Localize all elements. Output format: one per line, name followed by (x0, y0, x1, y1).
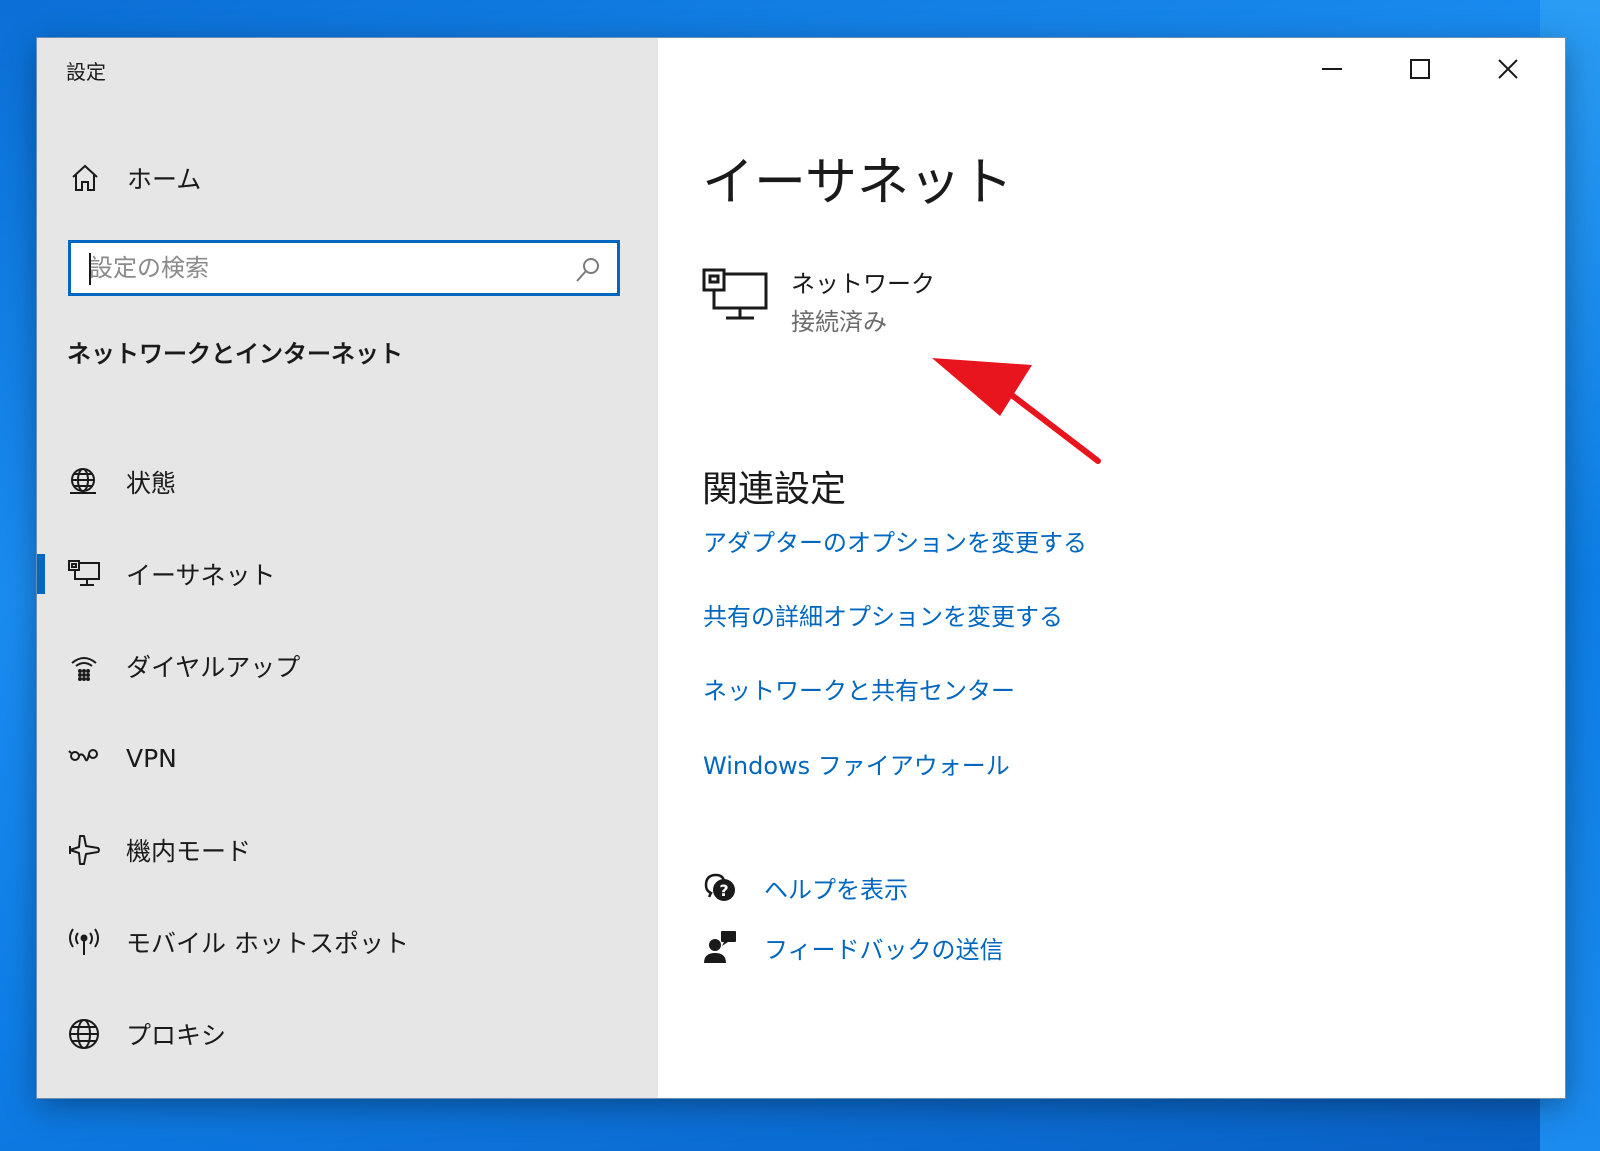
home-label: ホーム (127, 165, 202, 194)
maximize-button[interactable] (1376, 38, 1464, 100)
sidebar-item-label: ダイヤルアップ (126, 653, 301, 682)
feedback-icon (702, 929, 738, 965)
sidebar-item-status[interactable]: 状態 (37, 436, 658, 528)
globe-icon (66, 1016, 102, 1052)
globe-status-icon (66, 464, 102, 500)
home-nav-item[interactable]: ホーム (67, 158, 201, 198)
close-button[interactable] (1464, 38, 1552, 100)
sidebar-item-label: VPN (126, 743, 177, 773)
minimize-icon (1322, 68, 1342, 70)
svg-text:?: ? (719, 881, 728, 900)
change-adapter-options-link[interactable]: アダプターのオプションを変更する (703, 523, 1087, 558)
sidebar-item-dialup[interactable]: ダイヤルアップ (37, 620, 658, 712)
sidebar-item-label: モバイル ホットスポット (126, 929, 409, 958)
send-feedback-label: フィードバックの送信 (764, 935, 1004, 964)
help-chat-icon: ? (702, 869, 738, 905)
sidebar-item-vpn[interactable]: VPN (37, 712, 658, 804)
main-pane: イーサネット ネットワーク 接続済み 関連設定 アダプターのオプションを変更する… (658, 38, 1565, 1098)
network-sharing-center-link[interactable]: ネットワークと共有センター (703, 671, 1015, 706)
related-settings-heading: 関連設定 (702, 469, 847, 510)
minimize-button[interactable] (1288, 38, 1376, 100)
network-connection-item[interactable]: ネットワーク 接続済み (702, 262, 962, 342)
sidebar-item-label: プロキシ (126, 1021, 227, 1050)
text-caret (89, 253, 91, 285)
sidebar-item-label: 状態 (126, 469, 177, 498)
ethernet-network-icon (702, 268, 770, 324)
show-help-label: ヘルプを表示 (764, 875, 908, 904)
sidebar-item-proxy[interactable]: プロキシ (37, 988, 658, 1080)
sidebar-item-label: イーサネット (126, 561, 276, 590)
send-feedback-item[interactable]: フィードバックの送信 (702, 927, 1004, 967)
nav-list: 状態 イーサネット ダイヤルアップ VPN 機内モード モバイル ホットスポット… (37, 436, 658, 1080)
sidebar-item-mobile-hotspot[interactable]: モバイル ホットスポット (37, 896, 658, 988)
sidebar: 設定 ホーム ネットワークとインターネット (37, 38, 658, 1098)
sidebar-item-label: 機内モード (126, 837, 252, 866)
annotation-arrow (932, 358, 1101, 464)
close-icon (1498, 59, 1518, 79)
home-icon (67, 160, 103, 196)
page-title: イーサネット (702, 153, 1013, 213)
windows-firewall-link[interactable]: Windows ファイアウォール (703, 746, 1010, 781)
section-heading: ネットワークとインターネット (67, 340, 403, 368)
hotspot-icon (66, 924, 102, 960)
settings-window: 設定 ホーム ネットワークとインターネット (37, 38, 1565, 1098)
sidebar-item-ethernet[interactable]: イーサネット (37, 528, 658, 620)
vpn-icon (66, 740, 102, 776)
advanced-sharing-options-link[interactable]: 共有の詳細オプションを変更する (703, 597, 1063, 632)
dialup-icon (66, 648, 102, 684)
maximize-icon (1410, 59, 1430, 79)
airplane-icon (66, 832, 102, 868)
search-box[interactable] (68, 240, 620, 296)
network-status: 接続済み (791, 308, 887, 336)
app-title: 設定 (66, 60, 106, 84)
search-input[interactable] (89, 251, 559, 285)
ethernet-icon (66, 556, 102, 592)
sidebar-item-airplane-mode[interactable]: 機内モード (37, 804, 658, 896)
search-icon[interactable] (573, 255, 603, 285)
network-name: ネットワーク (791, 270, 935, 298)
show-help-item[interactable]: ? ヘルプを表示 (702, 867, 908, 907)
